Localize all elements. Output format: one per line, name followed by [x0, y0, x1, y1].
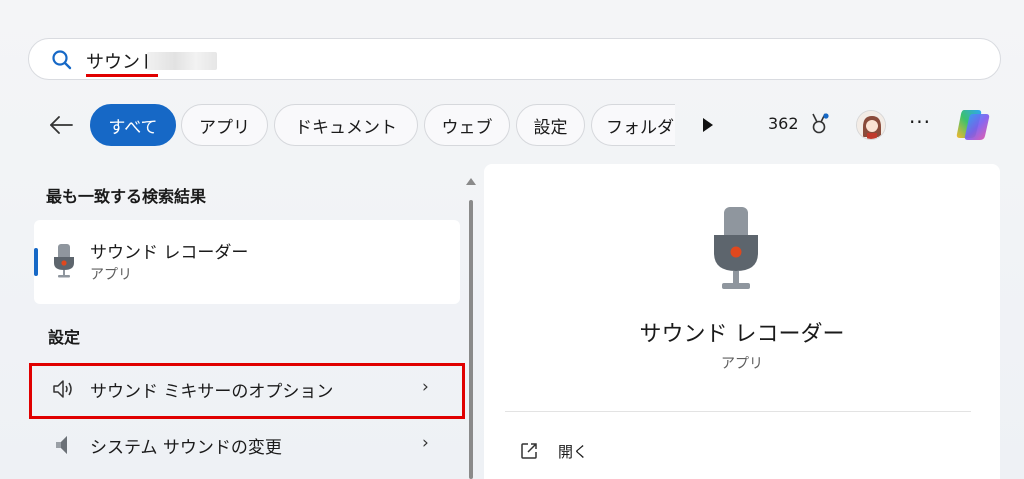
filter-chip-apps[interactable]: アプリ	[181, 104, 268, 146]
filter-chip-web[interactable]: ウェブ	[424, 104, 510, 146]
selection-indicator	[34, 248, 38, 276]
more-options-button[interactable]: ···	[906, 112, 934, 136]
open-external-icon	[520, 442, 538, 460]
filter-chip-settings[interactable]: 設定	[516, 104, 585, 146]
chevron-right-icon: ›	[422, 433, 429, 453]
filter-chip-folders[interactable]: フォルダ	[591, 104, 675, 146]
settings-heading: 設定	[48, 328, 81, 347]
search-bar[interactable]: サウンド	[28, 38, 1001, 80]
detail-type: アプリ	[721, 356, 763, 372]
open-action[interactable]: 開く	[558, 441, 588, 462]
microphone-icon	[50, 243, 78, 281]
divider	[505, 411, 971, 412]
medal-icon[interactable]	[808, 112, 830, 136]
best-match-title: サウンド レコーダー	[90, 243, 249, 263]
back-button[interactable]	[44, 108, 78, 142]
redacted-text	[147, 52, 217, 70]
microphone-icon	[708, 205, 764, 295]
more-filters-button[interactable]	[699, 114, 717, 136]
setting-item-label: システム サウンドの変更	[90, 438, 282, 458]
best-match-heading: 最も一致する検索結果	[46, 187, 207, 206]
copilot-icon[interactable]	[952, 104, 994, 146]
setting-item-system-sounds[interactable]: システム サウンドの変更 ›	[34, 421, 460, 469]
detail-title: サウンド レコーダー	[639, 322, 845, 347]
best-match-type: アプリ	[90, 267, 132, 283]
filter-chip-all[interactable]: すべて	[90, 104, 176, 146]
search-icon	[51, 49, 73, 71]
filter-chip-documents[interactable]: ドキュメント	[274, 104, 418, 146]
play-icon	[703, 118, 713, 132]
scroll-up-arrow[interactable]	[466, 178, 476, 185]
speaker-gray-icon	[54, 434, 76, 460]
highlight-box	[29, 363, 465, 419]
avatar[interactable]	[856, 110, 886, 140]
rewards-points[interactable]: 362	[768, 114, 799, 133]
scrollbar-thumb[interactable]	[469, 200, 473, 479]
arrow-left-icon	[50, 116, 73, 134]
